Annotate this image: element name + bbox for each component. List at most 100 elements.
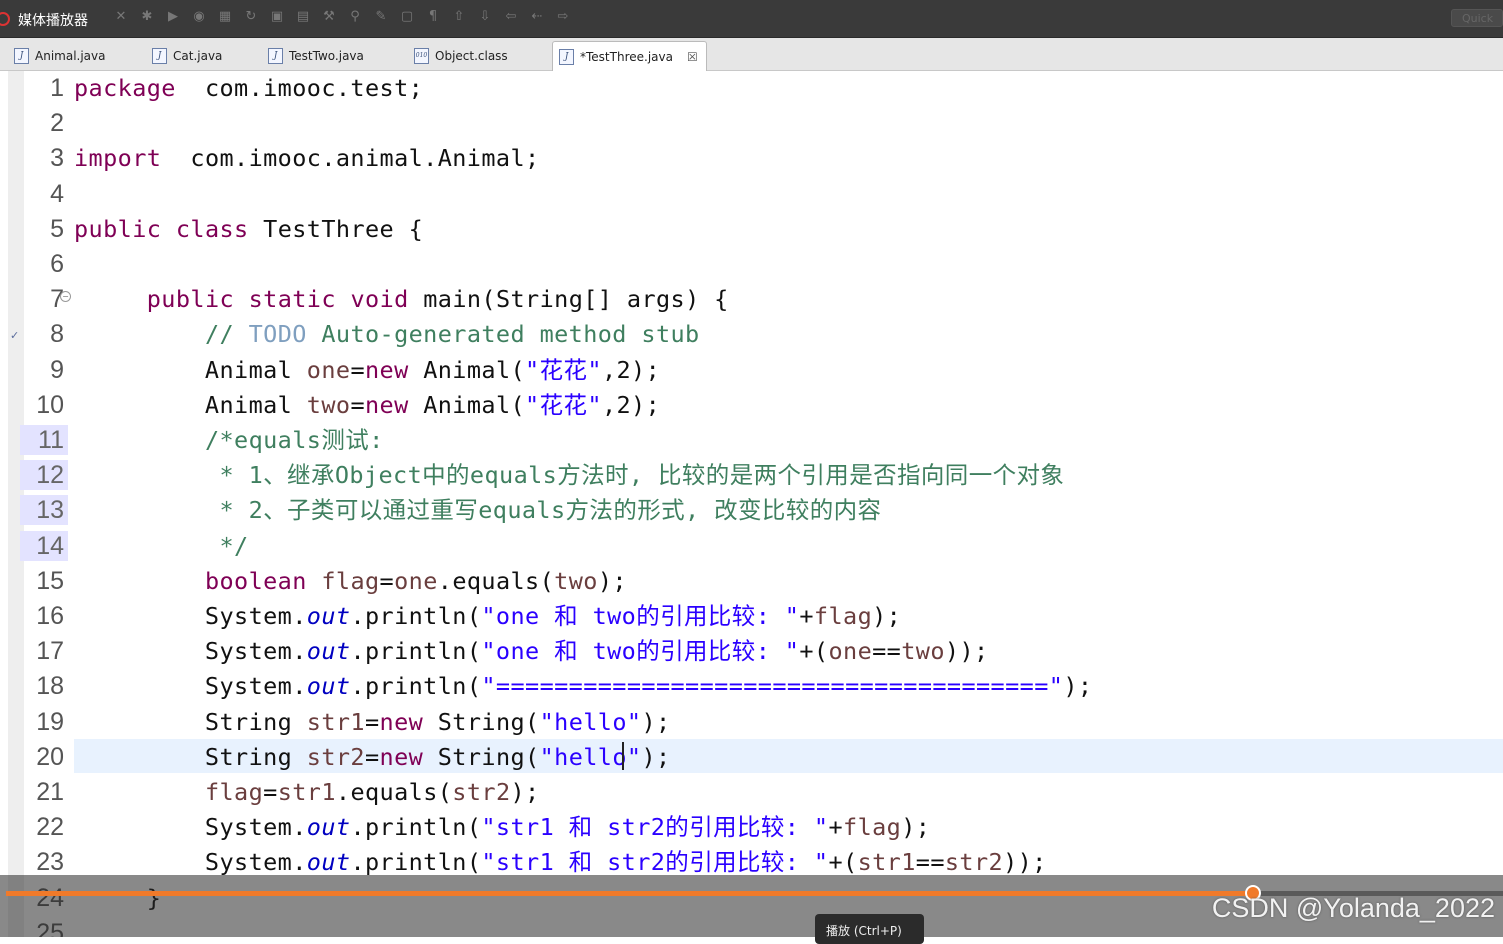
code-token: )); — [1003, 848, 1047, 877]
code-line[interactable]: package com.imooc.test; — [74, 73, 423, 103]
code-token: String( — [423, 707, 540, 736]
code-token: com.imooc.test; — [175, 74, 424, 102]
code-token: com.imooc.animal.Animal; — [161, 144, 540, 173]
code-token: str2 — [944, 848, 1004, 877]
code-line[interactable]: /*equals测试: — [74, 425, 384, 455]
code-token: = — [379, 566, 395, 595]
folder-icon[interactable]: ▤ — [294, 8, 312, 26]
code-token: TestThree { — [248, 214, 424, 243]
run-config-icon[interactable]: ◉ — [190, 8, 208, 26]
code-token: "花花" — [525, 390, 602, 419]
code-token: System. — [74, 672, 307, 701]
code-line[interactable]: String str2=new String("hello"); — [74, 742, 671, 772]
run-icon[interactable]: ▶ — [164, 8, 182, 26]
line-number: 12 — [20, 460, 68, 491]
search-icon[interactable]: ⚲ — [346, 8, 364, 26]
code-token: out — [306, 602, 351, 630]
tab-cat-java[interactable]: J Cat.java — [152, 45, 222, 67]
back-icon[interactable]: ⇦ — [502, 8, 520, 26]
java-file-icon: J — [14, 48, 29, 64]
tab-testthree-java[interactable]: J *TestThree.java ☒ — [552, 41, 707, 72]
tab-object-class[interactable]: 010 Object.class — [414, 45, 508, 67]
square-icon[interactable]: ▢ — [398, 8, 416, 26]
wrench-icon[interactable]: ⚒ — [320, 8, 338, 26]
tab-testtwo-java[interactable]: J TestTwo.java — [268, 45, 364, 67]
code-line[interactable]: */ — [74, 531, 249, 561]
code-line[interactable]: System.out.println("one 和 two的引用比较: "+fl… — [74, 601, 901, 631]
code-token: new — [379, 742, 424, 771]
task-marker-icon[interactable]: ✓ — [10, 329, 22, 342]
code-token: = — [263, 778, 278, 806]
pencil-icon[interactable]: ✎ — [372, 8, 390, 26]
code-editor[interactable]: 1234567891011121314151617181920212223242… — [0, 71, 1503, 937]
code-token: "花花" — [525, 355, 602, 384]
tab-label: Object.class — [435, 49, 508, 63]
code-line[interactable]: * 2、子类可以通过重写equals方法的形式, 改变比较的内容 — [74, 495, 881, 525]
line-number: 13 — [20, 495, 68, 526]
tab-animal-java[interactable]: J Animal.java — [14, 45, 105, 67]
line-number: 1 — [50, 74, 64, 102]
pin-icon[interactable]: ✕ — [112, 8, 130, 26]
code-line[interactable]: boolean flag=one.equals(two); — [74, 566, 627, 596]
close-tab-icon[interactable]: ☒ — [687, 50, 698, 64]
debug-icon[interactable]: ✱ — [138, 8, 156, 26]
quick-access-input[interactable]: Quick — [1451, 9, 1503, 27]
code-token: flag — [204, 778, 264, 806]
code-token: ); — [872, 602, 902, 630]
code-line[interactable]: System.out.println("str1 和 str2的引用比较: "+… — [74, 812, 930, 842]
code-token: == — [872, 637, 902, 666]
code-line[interactable]: System.out.println("====================… — [74, 671, 1092, 701]
code-token: "======================================" — [481, 672, 1064, 701]
line-number: 21 — [36, 778, 64, 806]
line-number: 16 — [36, 602, 64, 630]
code-token: System. — [74, 637, 307, 666]
code-token: public — [74, 214, 162, 243]
paragraph-icon[interactable]: ¶ — [424, 8, 442, 26]
toolbar: ✕ ✱ ▶ ◉ ▦ ↻ ▣ ▤ ⚒ ⚲ ✎ ▢ ¶ ⇧ ⇩ ⇦ ⇠ ⇨ — [112, 8, 572, 30]
code-line[interactable]: // TODO Auto-generated method stub — [74, 319, 700, 349]
back-list-icon[interactable]: ⇠ — [528, 8, 546, 26]
code-token: import — [74, 144, 162, 173]
line-number: 18 — [36, 672, 64, 701]
code-token: boolean — [204, 566, 307, 595]
code-token: str1 — [857, 848, 916, 877]
code-token: .println( — [350, 848, 482, 877]
code-token: "str1 和 str2的引用比较: " — [481, 848, 829, 877]
line-number: 3 — [50, 144, 64, 173]
code-line[interactable]: public static void main(String[] args) { — [74, 284, 729, 314]
grid-icon[interactable]: ▦ — [216, 8, 234, 26]
code-token: two — [901, 637, 945, 666]
code-line[interactable]: System.out.println("one 和 two的引用比较: "+(o… — [74, 636, 989, 666]
code-token: String — [74, 742, 307, 771]
package-icon[interactable]: ▣ — [268, 8, 286, 26]
code-line[interactable]: Animal one=new Animal("花花",2); — [74, 355, 660, 385]
code-token: str2 — [306, 742, 365, 771]
code-token: str2 — [452, 778, 511, 806]
java-file-icon: J — [268, 48, 283, 64]
nav-icon[interactable]: ⇩ — [476, 8, 494, 26]
fold-collapse-icon[interactable]: − — [60, 291, 71, 302]
forward-icon[interactable]: ⇨ — [554, 8, 572, 26]
code-token: +( — [828, 848, 858, 877]
code-token: */ — [204, 531, 249, 560]
code-token: "one 和 two的引用比较: " — [481, 602, 800, 630]
code-line[interactable]: * 1、继承Object中的equals方法时, 比较的是两个引用是否指向同一个… — [74, 460, 1064, 490]
annotation-icon[interactable]: ⇧ — [450, 8, 468, 26]
code-line[interactable]: flag=str1.equals(str2); — [74, 777, 540, 807]
code-token: System. — [74, 602, 307, 630]
code-line[interactable]: Animal two=new Animal("花花",2); — [74, 390, 660, 420]
line-number: 15 — [36, 566, 64, 595]
line-number: 4 — [50, 179, 64, 208]
code-line[interactable]: String str1=new String("hello"); — [74, 707, 671, 737]
code-token: "one 和 two的引用比较: " — [481, 637, 800, 666]
code-line[interactable]: System.out.println("str1 和 str2的引用比较: "+… — [74, 847, 1047, 877]
code-line[interactable]: public class TestThree { — [74, 214, 423, 244]
code-token: package — [74, 74, 176, 102]
refresh-icon[interactable]: ↻ — [242, 8, 260, 26]
code-line[interactable]: import com.imooc.animal.Animal; — [74, 143, 540, 173]
